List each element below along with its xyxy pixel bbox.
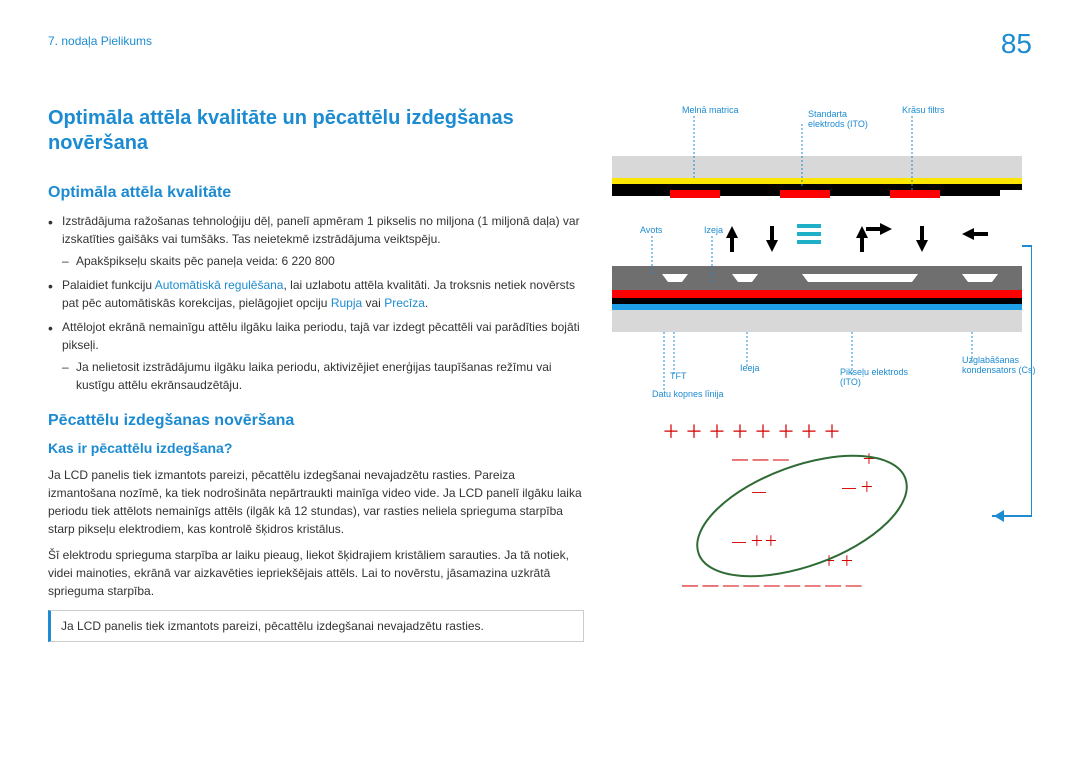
page-number: 85 [1001,28,1032,60]
paragraph: Ja LCD panelis tiek izmantots pareizi, p… [48,466,584,538]
main-content: Optimāla attēla kvalitāte un pēcattēlu i… [48,36,584,642]
link-coarse[interactable]: Rupja [331,296,362,310]
breadcrumb: 7. nodaļa Pielikums [48,34,152,48]
bullet-text: . [425,296,428,310]
bullet-item: Izstrādājuma ražošanas tehnoloģiju dēļ, … [48,212,584,270]
svg-text:— — — — — — — — —: — — — — — — — — — [682,577,862,594]
dash-item: Apakšpikseļu skaits pēc paneļa veida: 6 … [62,252,584,270]
section-subheading: Kas ir pēcattēlu izdegšana? [48,440,584,456]
svg-text:— ＋: — ＋ [842,479,874,495]
svg-text:—: — [752,483,766,499]
bullet-text: vai [362,296,384,310]
diagram-label-data-bus: Datu kopnes līnija [652,390,724,400]
bullet-text: Attēlojot ekrānā nemainīgu attēlu ilgāku… [62,320,580,352]
diagram-label-drain: Izeja [704,226,723,236]
bullet-item: Palaidiet funkciju Automātiskā regulēšan… [48,276,584,312]
diagram-label-pixel-electrode: Pikseļu elektrods (ITO) [840,368,920,388]
lcd-diagram: ＋ ＋ ＋ ＋ ＋ ＋ ＋ ＋ — — — ＋ — — ＋ — ＋＋ ＋ ＋ —… [612,106,1032,641]
diagram-label-source: Avots [640,226,662,236]
diagram-label-gate: Ieeja [740,364,760,374]
diagram-label-tft: TFT [670,372,687,382]
diagram-label-black-matrix: Melnā matrica [682,106,739,116]
bullet-text: Palaidiet funkciju [62,278,155,292]
note-box: Ja LCD panelis tiek izmantots pareizi, p… [48,610,584,642]
link-fine[interactable]: Precīza [384,296,425,310]
dash-item: Ja nelietosit izstrādājumu ilgāku laika … [62,358,584,394]
diagram-column: ＋ ＋ ＋ ＋ ＋ ＋ ＋ ＋ — — — ＋ — — ＋ — ＋＋ ＋ ＋ —… [612,36,1032,642]
section-heading-1: Optimāla attēla kvalitāte [48,184,584,202]
diagram-label-common-electrode: Standarta elektrods (ITO) [808,110,878,130]
diagram-label-color-filter: Krāsu filtrs [902,106,945,116]
section-heading-2: Pēcattēlu izdegšanas novēršana [48,412,584,430]
svg-text:＋: ＋ [862,451,876,467]
paragraph: Šī elektrodu sprieguma starpība ar laiku… [48,546,584,600]
svg-text:— ＋＋: — ＋＋ [732,533,778,549]
diagram-label-storage-cap: Uzglabāšanas kondensators (Cs) [962,356,1042,376]
link-auto-adjust[interactable]: Automātiskā regulēšana [155,278,284,292]
svg-text:＋ ＋ ＋ ＋ ＋ ＋ ＋ ＋: ＋ ＋ ＋ ＋ ＋ ＋ ＋ ＋ [662,422,841,442]
page-title: Optimāla attēla kvalitāte un pēcattēlu i… [48,106,584,156]
svg-text:— — —: — — — [732,451,789,468]
bullet-text: Izstrādājuma ražošanas tehnoloģiju dēļ, … [62,214,580,246]
bullet-item: Attēlojot ekrānā nemainīgu attēlu ilgāku… [48,318,584,394]
note-text: Ja LCD panelis tiek izmantots pareizi, p… [61,619,484,633]
